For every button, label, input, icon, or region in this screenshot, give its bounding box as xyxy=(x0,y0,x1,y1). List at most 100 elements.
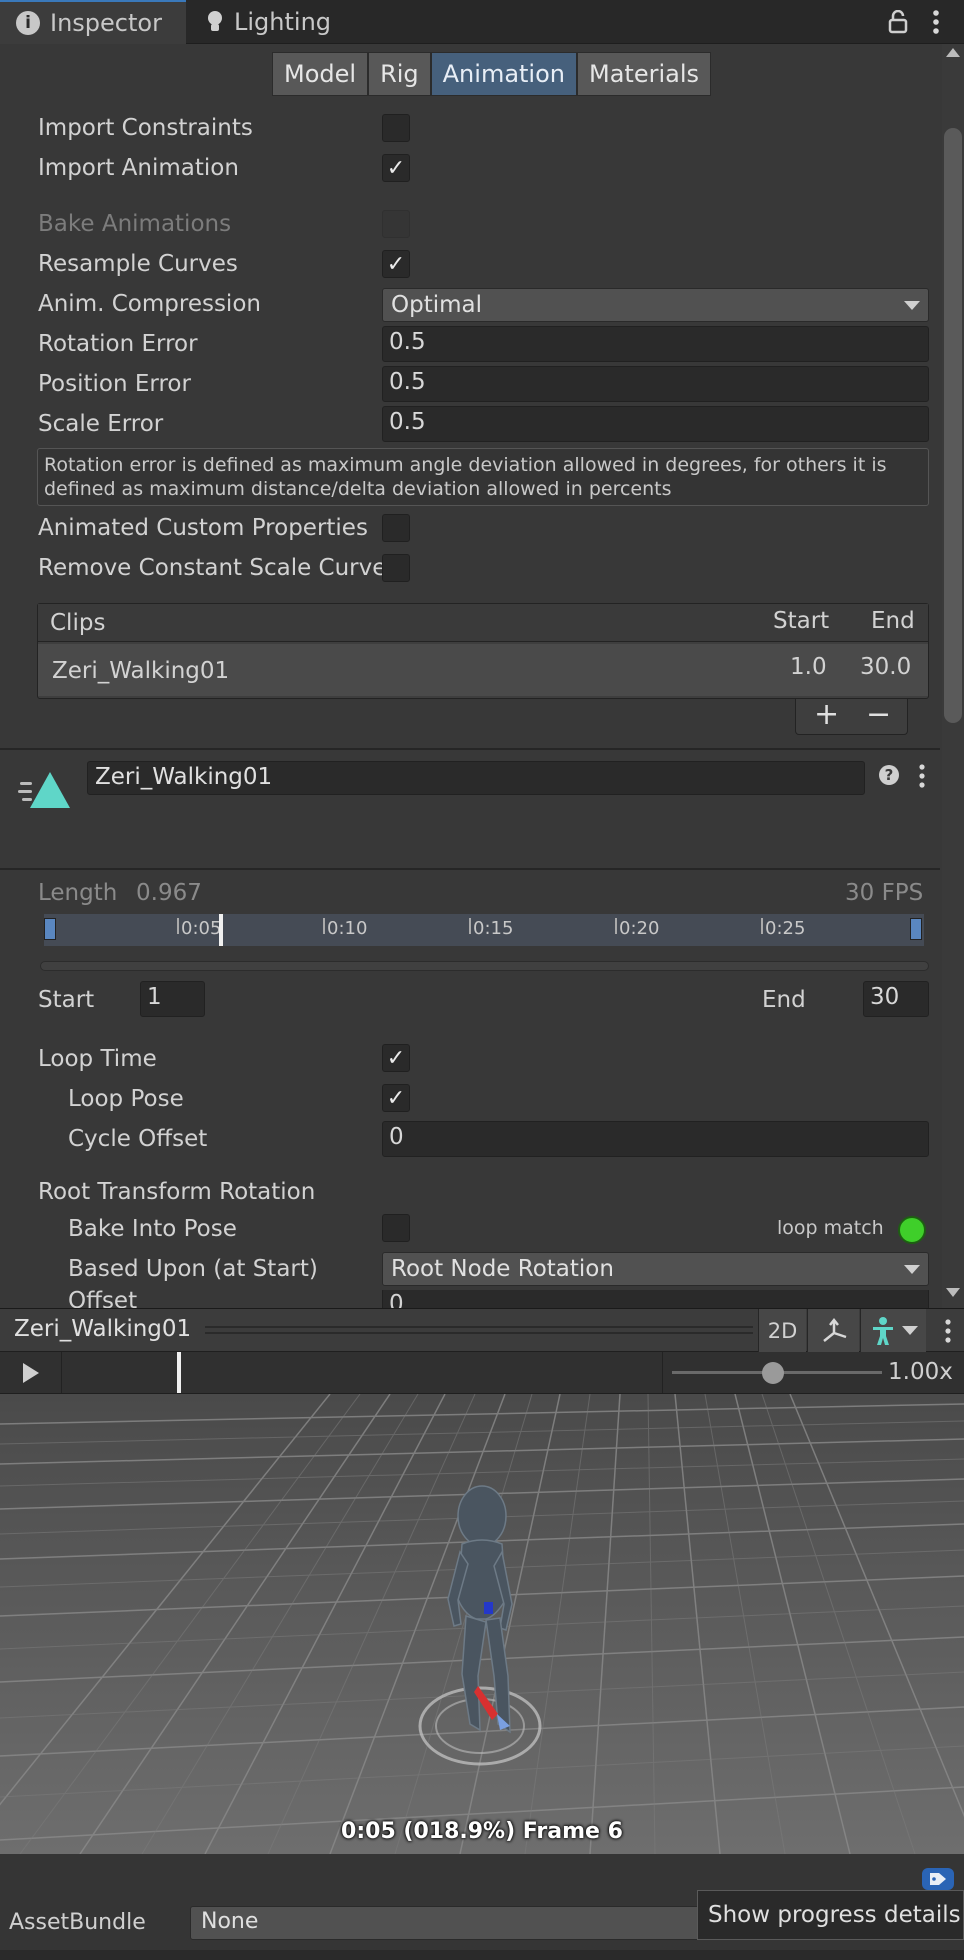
remove-constant-scale-label: Remove Constant Scale Curve xyxy=(38,555,382,581)
assetbundle-label: AssetBundle xyxy=(9,1910,146,1935)
bake-into-pose-checkbox[interactable] xyxy=(382,1214,410,1242)
timeline-tick-label: 0:15 xyxy=(473,918,514,939)
clip-timeline[interactable]: 0:05 0:10 0:15 0:20 0:25 xyxy=(44,914,924,946)
end-label: End xyxy=(762,987,806,1013)
timeline-tick xyxy=(323,918,325,934)
window-tab-bar: i Inspector Lighting xyxy=(0,0,964,44)
resample-curves-label: Resample Curves xyxy=(38,251,238,277)
play-icon xyxy=(22,1362,39,1383)
tab-model[interactable]: Model xyxy=(272,52,369,96)
animated-custom-properties-label: Animated Custom Properties xyxy=(38,515,368,541)
preview-playhead[interactable] xyxy=(177,1352,181,1393)
start-frame-field[interactable]: 1 xyxy=(140,981,205,1017)
rotation-error-label: Rotation Error xyxy=(38,331,198,357)
loop-pose-label: Loop Pose xyxy=(68,1086,184,1112)
preview-playback-bar: 1.00x xyxy=(0,1352,964,1394)
root-rotation-header: Root Transform Rotation xyxy=(38,1179,316,1205)
speed-slider-thumb[interactable] xyxy=(762,1362,784,1384)
kebab-menu-icon[interactable] xyxy=(930,8,942,36)
bake-animations-checkbox xyxy=(382,210,410,238)
timeline-tick xyxy=(469,918,471,934)
tab-materials[interactable]: Materials xyxy=(577,52,712,96)
preview-header: Zeri_Walking01 2D xyxy=(0,1308,964,1352)
start-marker-handle[interactable] xyxy=(44,918,56,940)
range-slider[interactable] xyxy=(40,961,929,971)
end-marker-handle[interactable] xyxy=(910,918,922,940)
anim-compression-dropdown[interactable]: Optimal xyxy=(382,288,929,322)
chevron-down-icon xyxy=(901,1326,918,1335)
clips-list: Clips Start End Zeri_Walking01 1.0 30.0 xyxy=(37,603,929,699)
end-frame-field[interactable]: 30 xyxy=(863,981,929,1017)
clip-start: 1.0 xyxy=(790,654,827,680)
loop-match-indicator-icon xyxy=(898,1216,926,1244)
resample-curves-checkbox[interactable]: ✓ xyxy=(382,250,410,278)
clips-start-header: Start xyxy=(773,608,830,634)
anim-compression-value: Optimal xyxy=(391,292,483,318)
timeline-tick-label: 0:20 xyxy=(619,918,660,939)
cycle-offset-field[interactable]: 0 xyxy=(382,1121,929,1157)
checkmark-icon: ✓ xyxy=(386,155,406,181)
tab-rig[interactable]: Rig xyxy=(368,52,431,96)
avatar-preview-dropdown[interactable] xyxy=(860,1309,926,1352)
based-upon-label: Based Upon (at Start) xyxy=(68,1256,318,1282)
based-upon-dropdown[interactable]: Root Node Rotation xyxy=(382,1252,929,1286)
import-constraints-label: Import Constraints xyxy=(38,115,253,141)
info-icon: i xyxy=(16,11,40,35)
tab-animation[interactable]: Animation xyxy=(430,52,577,96)
add-clip-button[interactable]: + xyxy=(814,697,839,732)
clip-end: 30.0 xyxy=(860,654,912,680)
timeline-tick xyxy=(761,918,763,934)
kebab-menu-icon[interactable] xyxy=(916,762,928,790)
lightbulb-icon xyxy=(208,11,222,31)
preview-scrubber[interactable] xyxy=(63,1352,663,1393)
loop-pose-checkbox[interactable]: ✓ xyxy=(382,1084,410,1112)
timeline-tick xyxy=(177,918,179,934)
scroll-down-arrow-icon[interactable] xyxy=(946,1288,960,1297)
help-icon[interactable]: ? xyxy=(879,765,899,785)
scale-error-field[interactable]: 0.5 xyxy=(382,406,929,442)
timeline-tick-label: 0:25 xyxy=(765,918,806,939)
tag-icon[interactable] xyxy=(922,1868,954,1890)
scrollbar-thumb[interactable] xyxy=(944,128,962,723)
lock-icon[interactable] xyxy=(888,10,908,34)
clip-name-field[interactable]: Zeri_Walking01 xyxy=(87,761,865,795)
humanoid-icon xyxy=(872,1316,893,1345)
table-row[interactable]: Zeri_Walking01 1.0 30.0 xyxy=(38,644,928,696)
offset-label: Offset xyxy=(68,1290,138,1308)
loop-match-label: loop match xyxy=(777,1217,884,1239)
assetbundle-dropdown[interactable]: None xyxy=(190,1906,730,1940)
3d-preview-viewport[interactable]: 0:05 (018.9%) Frame 6 xyxy=(0,1394,964,1854)
pivot-toggle-button[interactable] xyxy=(807,1309,859,1352)
loop-time-checkbox[interactable]: ✓ xyxy=(382,1044,410,1072)
scroll-up-arrow-icon[interactable] xyxy=(946,48,960,57)
remove-clip-button[interactable]: − xyxy=(866,697,891,732)
scale-error-label: Scale Error xyxy=(38,411,164,437)
cycle-offset-label: Cycle Offset xyxy=(68,1126,208,1152)
timeline-playhead[interactable] xyxy=(219,914,223,946)
section-divider xyxy=(0,748,940,750)
speed-label: 1.00x xyxy=(888,1359,953,1385)
offset-field[interactable]: 0 xyxy=(382,1290,929,1308)
animation-clip-icon xyxy=(18,772,70,808)
checkmark-icon: ✓ xyxy=(386,1045,406,1071)
bake-into-pose-label: Bake Into Pose xyxy=(68,1216,237,1242)
remove-constant-scale-checkbox[interactable] xyxy=(382,554,410,582)
import-constraints-checkbox[interactable] xyxy=(382,114,410,142)
animated-custom-properties-checkbox[interactable] xyxy=(382,514,410,542)
import-animation-checkbox[interactable]: ✓ xyxy=(382,154,410,182)
play-button[interactable] xyxy=(0,1352,62,1393)
error-help-box: Rotation error is defined as maximum ang… xyxy=(37,448,929,506)
progress-tooltip[interactable]: Show progress details xyxy=(697,1890,964,1940)
checkmark-icon: ✓ xyxy=(386,251,406,277)
kebab-menu-icon[interactable] xyxy=(942,1317,954,1345)
tab-lighting[interactable]: Lighting xyxy=(190,0,360,44)
tab-inspector[interactable]: i Inspector xyxy=(0,0,186,44)
axis-gizmo-icon xyxy=(822,1317,846,1342)
2d-toggle-button[interactable]: 2D xyxy=(758,1309,806,1352)
position-error-field[interactable]: 0.5 xyxy=(382,366,929,402)
bake-animations-label: Bake Animations xyxy=(38,211,232,237)
importer-tabs: Model Rig Animation Materials xyxy=(272,52,712,96)
rotation-error-field[interactable]: 0.5 xyxy=(382,326,929,362)
drag-handle[interactable] xyxy=(205,1326,753,1334)
chevron-down-icon xyxy=(904,300,920,310)
